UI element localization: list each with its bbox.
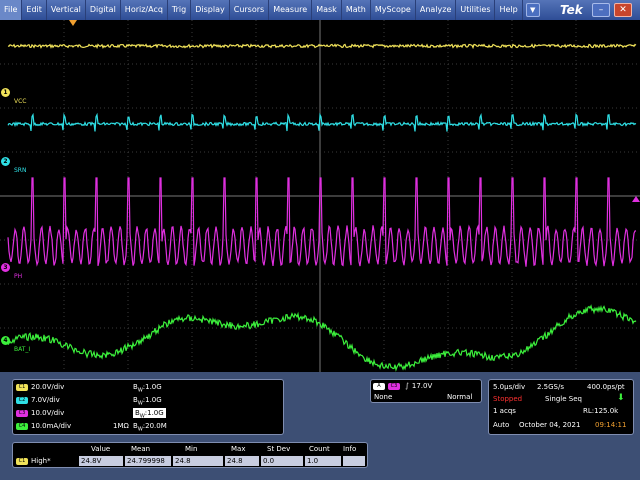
- measurement-name: High*: [31, 457, 51, 465]
- menu-item-mask[interactable]: Mask: [312, 0, 342, 20]
- resolution: 400.0ps/pt: [587, 383, 625, 391]
- ch4-ground-marker[interactable]: 4: [1, 336, 10, 345]
- ch4-label: BAT_I: [14, 346, 31, 353]
- close-button[interactable]: ✕: [614, 3, 632, 17]
- acquisition-box[interactable]: 5.0μs/div 2.5GS/s 400.0ps/pt Stopped Sin…: [488, 379, 634, 435]
- waveform-vcc: [7, 43, 637, 50]
- channel-bandwidth: BW:1.0G: [133, 408, 166, 420]
- trigger-source-badge: C3: [388, 382, 400, 390]
- measurement-cell: 0.0: [261, 456, 303, 466]
- menu-item-math[interactable]: Math: [342, 0, 371, 20]
- ch1-ground-marker[interactable]: 1: [1, 88, 10, 97]
- ch2-label: SRN: [14, 167, 27, 174]
- measurement-header: Info: [343, 445, 357, 453]
- waveform-display[interactable]: 1 VCC 2 SRN 3 PH 4 BAT_I: [0, 20, 640, 372]
- trigger-badge: A: [373, 382, 385, 390]
- menu-item-edit[interactable]: Edit: [22, 0, 47, 20]
- menu-item-utilities[interactable]: Utilities: [456, 0, 496, 20]
- status-panel: C1 20.0V/div BW:1.0G C2 7.0V/div BW:1.0G C3 10.…: [0, 372, 640, 480]
- measurement-cell: 24.799998: [125, 456, 171, 466]
- menu-item-trig[interactable]: Trig: [168, 0, 192, 20]
- acq-count: 1 acqs: [493, 407, 516, 415]
- channel-row-2[interactable]: C2 7.0V/div: [16, 395, 60, 405]
- sample-rate: 2.5GS/s: [537, 383, 565, 391]
- record-length: RL:125.0k: [583, 407, 619, 415]
- waveform-bat-i: [7, 304, 637, 372]
- timebase: 5.0μs/div: [493, 383, 526, 391]
- measurement-channel-badge: C1: [16, 457, 28, 465]
- graticule: [0, 20, 640, 372]
- measurement-header: Max: [231, 445, 246, 453]
- channel-badge: C4: [16, 422, 28, 430]
- measurement-cell: 24.8: [173, 456, 223, 466]
- channel-bandwidth: BW:20.0M: [133, 422, 167, 433]
- channel-bandwidth: BW:1.0G: [133, 396, 162, 407]
- channel-badge: C3: [16, 409, 28, 417]
- acq-state: Stopped: [493, 395, 523, 403]
- measurement-table[interactable]: Value Mean Min Max St Dev Count Info C1 High* 24.…: [12, 442, 368, 468]
- acq-date: October 04, 2021: [519, 421, 581, 429]
- measurement-header: Min: [185, 445, 198, 453]
- oscilloscope-app: File Edit Vertical Digital Horiz/Acq Trig Disp…: [0, 0, 640, 480]
- trigger-slope-icon: ∫: [405, 382, 409, 390]
- trigger-position-marker: [69, 20, 77, 26]
- minimize-button[interactable]: –: [592, 3, 610, 17]
- acq-sequence: Single Seq: [545, 395, 582, 403]
- trigger-coupling: None: [374, 393, 393, 401]
- channel-row-1[interactable]: C1 20.0V/div: [16, 382, 64, 392]
- channel-row-4[interactable]: C4 10.0mA/div: [16, 421, 71, 431]
- menu-item-file[interactable]: File: [0, 0, 23, 20]
- measurement-header: Count: [309, 445, 330, 453]
- menu-item-help[interactable]: Help: [495, 0, 523, 20]
- acq-time: 09:14:11: [595, 421, 627, 429]
- measurement-header: Mean: [131, 445, 151, 453]
- menu-item-myscope[interactable]: MyScope: [371, 0, 416, 20]
- channel-bandwidth: BW:1.0G: [133, 383, 162, 394]
- trigger-level: 17.0V: [411, 382, 433, 390]
- channel-impedance: 1MΩ: [113, 422, 129, 430]
- menu-item-measure[interactable]: Measure: [269, 0, 313, 20]
- ch2-ground-marker[interactable]: 2: [1, 157, 10, 166]
- menu-item-analyze[interactable]: Analyze: [416, 0, 457, 20]
- menu-bar: File Edit Vertical Digital Horiz/Acq Trig Disp…: [0, 0, 640, 20]
- channel-badge: C1: [16, 383, 28, 391]
- ch1-label: VCC: [14, 98, 27, 105]
- channel-settings-box[interactable]: C1 20.0V/div BW:1.0G C2 7.0V/div BW:1.0G C3 10.…: [12, 379, 284, 435]
- channel-scale: 10.0V/div: [31, 409, 65, 417]
- channel-scale: 10.0mA/div: [31, 422, 72, 430]
- channel-scale: 7.0V/div: [31, 396, 60, 404]
- measurement-header: St Dev: [267, 445, 291, 453]
- brand-logo: Tek: [560, 3, 583, 17]
- menu-item-display[interactable]: Display: [191, 0, 230, 20]
- trigger-level-marker: [632, 196, 640, 202]
- measurement-cell: 1.0: [305, 456, 341, 466]
- menu-item-digital[interactable]: Digital: [86, 0, 121, 20]
- channel-badge: C2: [16, 396, 28, 404]
- trigger-mode: Normal: [447, 393, 473, 401]
- ch3-ground-marker[interactable]: 3: [1, 263, 10, 272]
- channel-scale: 20.0V/div: [31, 383, 65, 391]
- menu-item-cursors[interactable]: Cursors: [230, 0, 270, 20]
- waveform-srn: [7, 112, 637, 132]
- trigger-settings-box[interactable]: A C3 ∫ 17.0V None Normal: [370, 379, 482, 403]
- measurement-cell: 24.8V: [79, 456, 123, 466]
- arrow-down-icon: ⬇: [617, 393, 625, 403]
- measurement-cell: [343, 456, 365, 466]
- menu-dropdown-icon[interactable]: ▼: [525, 3, 540, 17]
- measurement-cell: 24.8: [225, 456, 259, 466]
- trigger-mode-auto: Auto: [493, 421, 510, 429]
- menu-item-horiz-acq[interactable]: Horiz/Acq: [121, 0, 168, 20]
- ch3-label: PH: [14, 273, 23, 280]
- measurement-row-label[interactable]: C1 High*: [16, 456, 51, 466]
- channel-row-3[interactable]: C3 10.0V/div: [16, 408, 64, 418]
- waveform-ph: [7, 177, 637, 267]
- measurement-header: Value: [91, 445, 111, 453]
- menu-item-vertical[interactable]: Vertical: [47, 0, 86, 20]
